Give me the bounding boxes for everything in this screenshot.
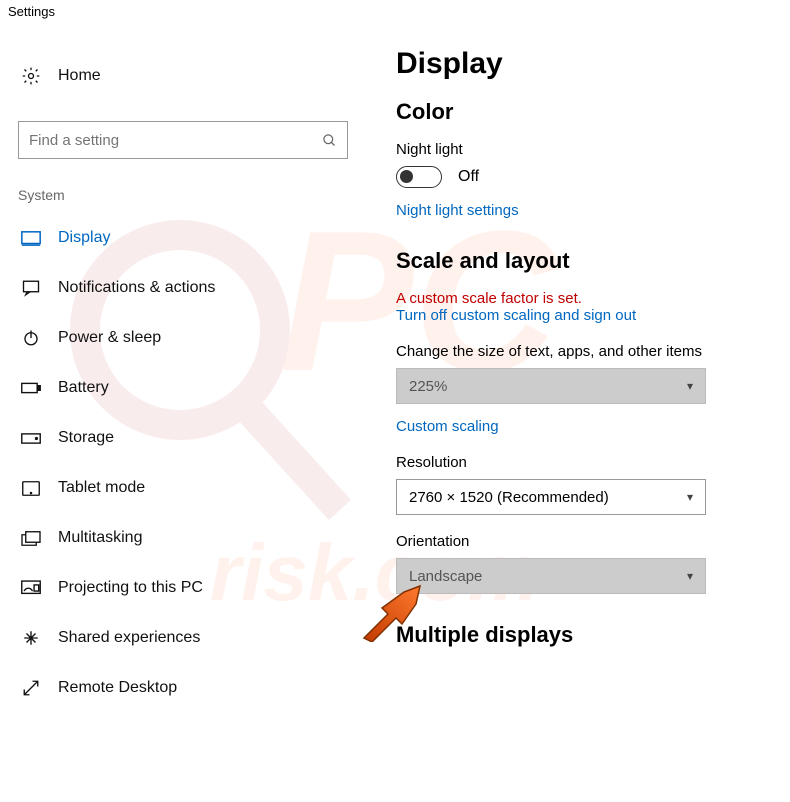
resolution-value: 2760 × 1520 (Recommended) bbox=[409, 489, 609, 506]
sidebar-item-storage[interactable]: Storage bbox=[18, 413, 388, 463]
gear-icon bbox=[18, 66, 44, 86]
sidebar-item-notifications[interactable]: Notifications & actions bbox=[18, 263, 388, 313]
orientation-select[interactable]: Landscape ▾ bbox=[396, 558, 706, 594]
display-icon bbox=[18, 231, 44, 246]
sidebar-item-battery[interactable]: Battery bbox=[18, 363, 388, 413]
sidebar-item-projecting[interactable]: Projecting to this PC bbox=[18, 563, 388, 613]
nav-label: Remote Desktop bbox=[58, 679, 177, 697]
home-label: Home bbox=[58, 67, 101, 85]
search-input[interactable] bbox=[18, 121, 348, 159]
search-icon bbox=[322, 133, 337, 148]
nav-label: Storage bbox=[58, 429, 114, 447]
chevron-down-icon: ▾ bbox=[687, 569, 693, 583]
shared-icon bbox=[18, 629, 44, 647]
search-field[interactable] bbox=[29, 132, 322, 149]
nav-label: Battery bbox=[58, 379, 109, 397]
section-scale: Scale and layout bbox=[396, 248, 772, 274]
section-multiple-displays: Multiple displays bbox=[396, 622, 772, 648]
size-label: Change the size of text, apps, and other… bbox=[396, 343, 772, 360]
nav-label: Power & sleep bbox=[58, 329, 161, 347]
main-panel: Display Color Night light Off Night ligh… bbox=[388, 23, 772, 713]
custom-scaling-link[interactable]: Custom scaling bbox=[396, 418, 499, 435]
page-title: Display bbox=[396, 47, 772, 81]
sidebar-item-tablet[interactable]: Tablet mode bbox=[18, 463, 388, 513]
tablet-icon bbox=[18, 481, 44, 496]
resolution-label: Resolution bbox=[396, 454, 772, 471]
nav-label: Display bbox=[58, 229, 110, 247]
resolution-select[interactable]: 2760 × 1520 (Recommended) ▾ bbox=[396, 479, 706, 515]
nav-label: Multitasking bbox=[58, 529, 142, 547]
battery-icon bbox=[18, 382, 44, 394]
chevron-down-icon: ▾ bbox=[687, 490, 693, 504]
projecting-icon bbox=[18, 580, 44, 596]
night-light-toggle[interactable] bbox=[396, 166, 442, 188]
section-color: Color bbox=[396, 99, 772, 125]
home-button[interactable]: Home bbox=[18, 51, 388, 101]
window-title: Settings bbox=[0, 0, 790, 23]
night-light-state: Off bbox=[458, 168, 479, 186]
scale-select[interactable]: 225% ▾ bbox=[396, 368, 706, 404]
sidebar-item-shared[interactable]: Shared experiences bbox=[18, 613, 388, 663]
orientation-value: Landscape bbox=[409, 568, 482, 585]
sidebar: Home System Display Notifications & acti… bbox=[18, 23, 388, 713]
nav-label: Tablet mode bbox=[58, 479, 145, 497]
power-icon bbox=[18, 329, 44, 347]
custom-scale-warning: A custom scale factor is set. bbox=[396, 290, 772, 307]
chat-icon bbox=[18, 279, 44, 297]
sidebar-item-display[interactable]: Display bbox=[18, 213, 388, 263]
nav-label: Shared experiences bbox=[58, 629, 200, 647]
nav-label: Notifications & actions bbox=[58, 279, 215, 297]
turn-off-scaling-link[interactable]: Turn off custom scaling and sign out bbox=[396, 307, 636, 324]
category-label: System bbox=[18, 187, 388, 203]
night-light-label: Night light bbox=[396, 141, 772, 158]
chevron-down-icon: ▾ bbox=[687, 379, 693, 393]
storage-icon bbox=[18, 433, 44, 444]
remote-icon bbox=[18, 679, 44, 697]
scale-value: 225% bbox=[409, 378, 447, 395]
sidebar-item-remote[interactable]: Remote Desktop bbox=[18, 663, 388, 713]
sidebar-item-power[interactable]: Power & sleep bbox=[18, 313, 388, 363]
multitask-icon bbox=[18, 531, 44, 546]
nav-label: Projecting to this PC bbox=[58, 579, 203, 597]
orientation-label: Orientation bbox=[396, 533, 772, 550]
night-light-settings-link[interactable]: Night light settings bbox=[396, 202, 519, 219]
sidebar-item-multitasking[interactable]: Multitasking bbox=[18, 513, 388, 563]
